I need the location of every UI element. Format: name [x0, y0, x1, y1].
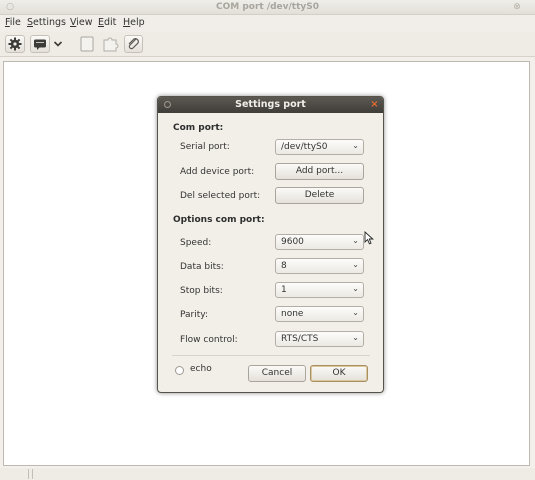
data-bits-select[interactable]: 8 ⌄ — [275, 258, 364, 274]
menu-view[interactable]: View — [70, 17, 93, 28]
parity-label: Parity: — [180, 310, 208, 320]
chevron-down-icon: ⌄ — [352, 284, 359, 293]
blank-document-icon — [80, 36, 94, 52]
chevron-down-icon: ⌄ — [352, 308, 359, 317]
speed-label: Speed: — [180, 238, 212, 248]
status-bar-grip — [28, 469, 33, 479]
ok-button[interactable]: OK — [310, 365, 368, 382]
chevron-down-icon: ⌄ — [352, 260, 359, 269]
dialog-close-icon[interactable]: × — [369, 99, 380, 110]
chevron-down-icon: ⌄ — [352, 236, 359, 245]
stop-bits-label: Stop bits: — [180, 286, 223, 296]
window-title: COM port /dev/ttyS0 — [215, 2, 320, 12]
stop-bits-select[interactable]: 1 ⌄ — [275, 282, 364, 298]
serial-port-select[interactable]: /dev/ttyS0 ⌄ — [275, 139, 364, 155]
stop-bits-value: 1 — [281, 285, 287, 295]
options-section-title: Options com port: — [173, 215, 265, 225]
data-bits-label: Data bits: — [180, 262, 224, 272]
connect-dropdown[interactable] — [52, 35, 64, 53]
com-port-section-title: Com port: — [173, 123, 224, 133]
cancel-button[interactable]: Cancel — [248, 365, 306, 382]
parity-value: none — [281, 309, 304, 319]
window-close-icon[interactable]: ⊗ — [512, 2, 522, 12]
new-document-button[interactable] — [78, 35, 96, 53]
chat-icon — [34, 39, 46, 50]
menu-settings[interactable]: Settings — [27, 17, 66, 28]
speed-select[interactable]: 9600 ⌄ — [275, 234, 364, 250]
data-bits-value: 8 — [281, 261, 287, 271]
chevron-down-icon: ⌄ — [352, 141, 359, 150]
settings-toolbar-button[interactable] — [5, 35, 25, 53]
flow-control-value: RTS/CTS — [281, 334, 319, 344]
add-device-port-label: Add device port: — [180, 167, 255, 177]
echo-label: echo — [190, 364, 212, 374]
toolbar — [0, 32, 535, 57]
menu-edit[interactable]: Edit — [98, 17, 116, 28]
gear-icon — [8, 37, 22, 51]
plugin-button[interactable] — [101, 35, 119, 53]
connect-toolbar-button[interactable] — [30, 35, 50, 53]
window-titlebar: ○ COM port /dev/ttyS0 ⊗ — [0, 0, 535, 15]
flow-control-label: Flow control: — [180, 335, 238, 345]
dialog-title: Settings port — [235, 99, 306, 110]
delete-button[interactable]: Delete — [275, 187, 364, 204]
menubar: File Settings View Edit Help — [0, 15, 535, 32]
menu-file[interactable]: File — [5, 17, 21, 28]
chevron-down-icon: ⌄ — [352, 333, 359, 342]
attachment-icon — [128, 38, 139, 50]
parity-select[interactable]: none ⌄ — [275, 306, 364, 322]
del-selected-port-label: Del selected port: — [180, 191, 261, 201]
serial-port-value: /dev/ttyS0 — [281, 142, 328, 152]
settings-port-dialog: Settings port × Com port: Serial port: /… — [157, 96, 384, 393]
dialog-titlebar: Settings port × — [158, 97, 383, 113]
echo-radio[interactable] — [175, 366, 184, 375]
dropdown-arrow-icon — [53, 41, 63, 47]
flow-control-select[interactable]: RTS/CTS ⌄ — [275, 331, 364, 347]
speed-value: 9600 — [281, 237, 304, 247]
mouse-pointer-icon — [364, 231, 374, 245]
attach-button[interactable] — [124, 35, 143, 53]
serial-port-label: Serial port: — [180, 142, 230, 152]
status-bar — [0, 468, 535, 480]
add-port-button[interactable]: Add port... — [275, 163, 364, 180]
menu-help[interactable]: Help — [123, 17, 145, 28]
puzzle-icon — [103, 37, 119, 52]
dialog-separator — [172, 355, 370, 356]
